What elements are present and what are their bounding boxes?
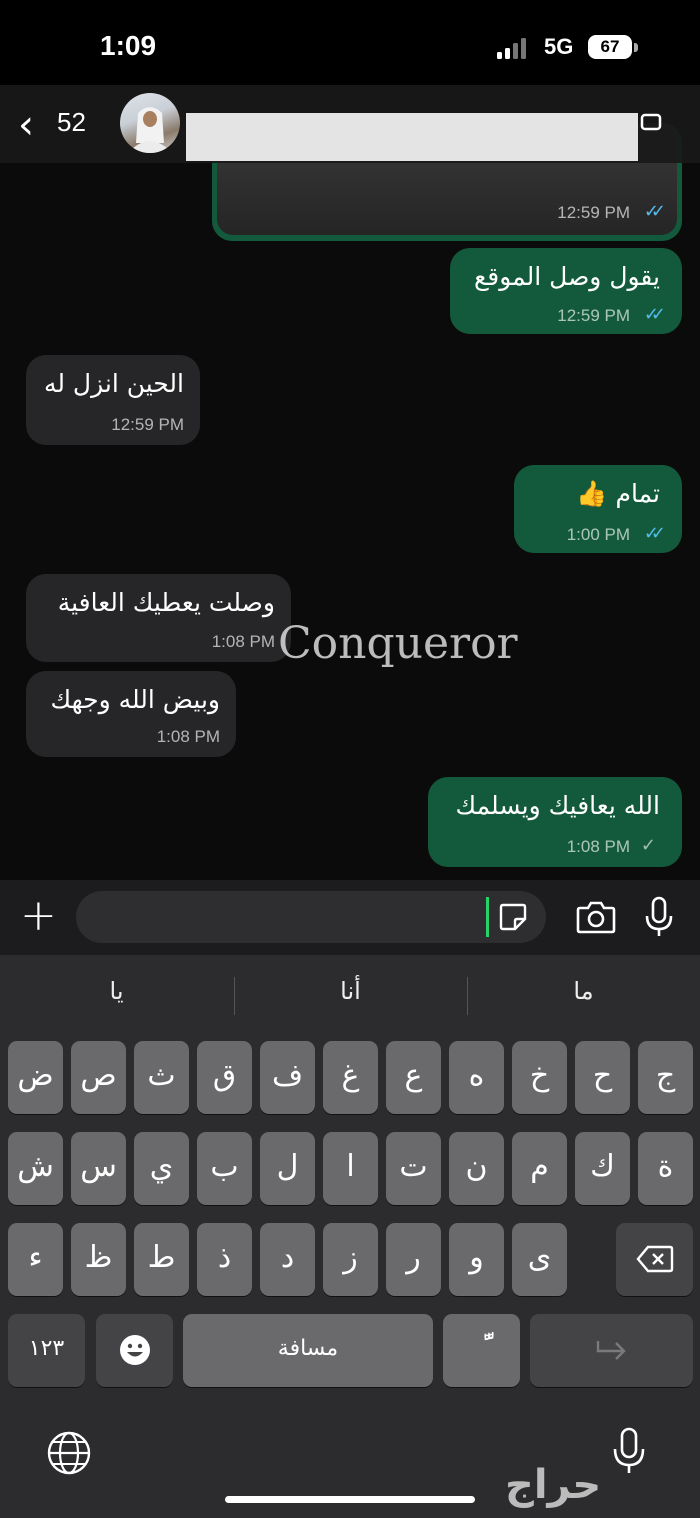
- haraj-watermark: حراج: [505, 1462, 602, 1508]
- key[interactable]: ه: [449, 1041, 504, 1114]
- key[interactable]: ى: [512, 1223, 567, 1296]
- key[interactable]: ز: [323, 1223, 378, 1296]
- space-key[interactable]: مسافة: [183, 1314, 433, 1387]
- message-time: 1:00 PM: [566, 525, 630, 544]
- home-indicator[interactable]: [225, 1496, 475, 1503]
- read-receipt-icon: ✓✓: [643, 201, 666, 222]
- message-text: الحين انزل له: [43, 369, 184, 398]
- status-bar: 1:09 5G 67: [0, 0, 700, 95]
- backspace-key[interactable]: [616, 1223, 693, 1296]
- return-key[interactable]: [530, 1314, 693, 1387]
- suggestion-3[interactable]: ما: [467, 977, 700, 1005]
- message-bubble-outgoing[interactable]: يقول وصل الموقع 12:59 PM ✓✓: [450, 248, 682, 334]
- key[interactable]: ث: [134, 1041, 189, 1114]
- message-bubble-outgoing[interactable]: الله يعافيك ويسلمك 1:08 PM ✓: [428, 777, 682, 867]
- message-text: الله يعافيك ويسلمك: [455, 791, 660, 820]
- microphone-icon[interactable]: [644, 896, 674, 942]
- message-text: تمام 👍: [576, 479, 660, 508]
- key[interactable]: ف: [260, 1041, 315, 1114]
- key[interactable]: ك: [575, 1132, 630, 1205]
- message-input[interactable]: [76, 891, 546, 943]
- text-cursor: [486, 897, 489, 937]
- read-receipt-icon: ✓✓: [643, 304, 666, 325]
- keyboard: يا أنا ما ض ص ث ق ف غ ع ه خ ح ج ش س ي ب …: [0, 955, 700, 1518]
- unread-count[interactable]: 52: [57, 107, 86, 138]
- battery-icon: 67: [588, 35, 632, 59]
- key[interactable]: ج: [638, 1041, 693, 1114]
- key[interactable]: ء: [8, 1223, 63, 1296]
- back-chevron-icon[interactable]: ‹: [18, 105, 34, 145]
- key[interactable]: ط: [134, 1223, 189, 1296]
- return-icon: [594, 1331, 630, 1366]
- message-time: 1:08 PM: [211, 632, 275, 651]
- key[interactable]: و: [449, 1223, 504, 1296]
- key[interactable]: ذ: [197, 1223, 252, 1296]
- key[interactable]: ا: [323, 1132, 378, 1205]
- signal-icon: [497, 38, 533, 64]
- diacritic-key[interactable]: ًّ: [443, 1314, 520, 1387]
- key[interactable]: ي: [134, 1132, 189, 1205]
- message-time: 12:59 PM: [557, 203, 630, 222]
- key[interactable]: ع: [386, 1041, 441, 1114]
- chat-area[interactable]: 12:59 PM ✓✓ يقول وصل الموقع 12:59 PM ✓✓ …: [0, 123, 700, 880]
- message-bubble-incoming[interactable]: وبيض الله وجهك 1:08 PM: [26, 671, 236, 757]
- key[interactable]: ل: [260, 1132, 315, 1205]
- key[interactable]: ق: [197, 1041, 252, 1114]
- network-type: 5G: [544, 34, 574, 59]
- message-bubble-outgoing[interactable]: تمام 👍 1:00 PM ✓✓: [514, 465, 682, 553]
- message-text: يقول وصل الموقع: [474, 262, 660, 291]
- key[interactable]: ظ: [71, 1223, 126, 1296]
- key[interactable]: ب: [197, 1132, 252, 1205]
- plus-icon[interactable]: +: [20, 894, 57, 938]
- chat-header: ‹ 52: [0, 85, 700, 163]
- suggestion-2[interactable]: أنا: [234, 977, 467, 1005]
- key[interactable]: ح: [575, 1041, 630, 1114]
- message-bubble-incoming[interactable]: وصلت يعطيك العافية 1:08 PM: [26, 574, 291, 662]
- watermark-text: Conqueror: [278, 618, 518, 669]
- dictation-microphone-icon[interactable]: [612, 1427, 646, 1479]
- read-receipt-icon: ✓✓: [643, 523, 666, 544]
- key[interactable]: ص: [71, 1041, 126, 1114]
- key[interactable]: ة: [638, 1132, 693, 1205]
- key[interactable]: م: [512, 1132, 567, 1205]
- key[interactable]: ض: [8, 1041, 63, 1114]
- emoji-icon: [118, 1331, 152, 1366]
- sticker-icon[interactable]: [498, 902, 528, 936]
- camera-icon[interactable]: [576, 900, 616, 938]
- avatar[interactable]: [120, 93, 180, 153]
- status-time: 1:09: [100, 30, 157, 61]
- emoji-key[interactable]: [96, 1314, 173, 1387]
- message-bubble-incoming[interactable]: الحين انزل له 12:59 PM: [26, 355, 200, 445]
- globe-icon[interactable]: [46, 1430, 92, 1480]
- key[interactable]: ش: [8, 1132, 63, 1205]
- key[interactable]: د: [260, 1223, 315, 1296]
- message-time: 1:08 PM: [156, 727, 220, 746]
- message-input-bar: +: [0, 880, 700, 955]
- key[interactable]: ت: [386, 1132, 441, 1205]
- video-call-icon[interactable]: [640, 107, 670, 137]
- suggestion-1[interactable]: يا: [0, 977, 233, 1005]
- key[interactable]: ر: [386, 1223, 441, 1296]
- contact-name-redacted[interactable]: [186, 113, 638, 161]
- key[interactable]: غ: [323, 1041, 378, 1114]
- backspace-icon: [635, 1240, 674, 1275]
- key[interactable]: س: [71, 1132, 126, 1205]
- message-text: وبيض الله وجهك: [50, 685, 220, 714]
- message-time: 1:08 PM: [566, 837, 630, 856]
- battery-tip: [634, 43, 638, 52]
- key[interactable]: خ: [512, 1041, 567, 1114]
- numbers-key[interactable]: ١٢٣: [8, 1314, 85, 1387]
- message-text: وصلت يعطيك العافية: [57, 588, 275, 617]
- key[interactable]: ن: [449, 1132, 504, 1205]
- sent-receipt-icon: ✓: [640, 835, 656, 856]
- message-time: 12:59 PM: [111, 415, 184, 434]
- message-time: 12:59 PM: [557, 306, 630, 325]
